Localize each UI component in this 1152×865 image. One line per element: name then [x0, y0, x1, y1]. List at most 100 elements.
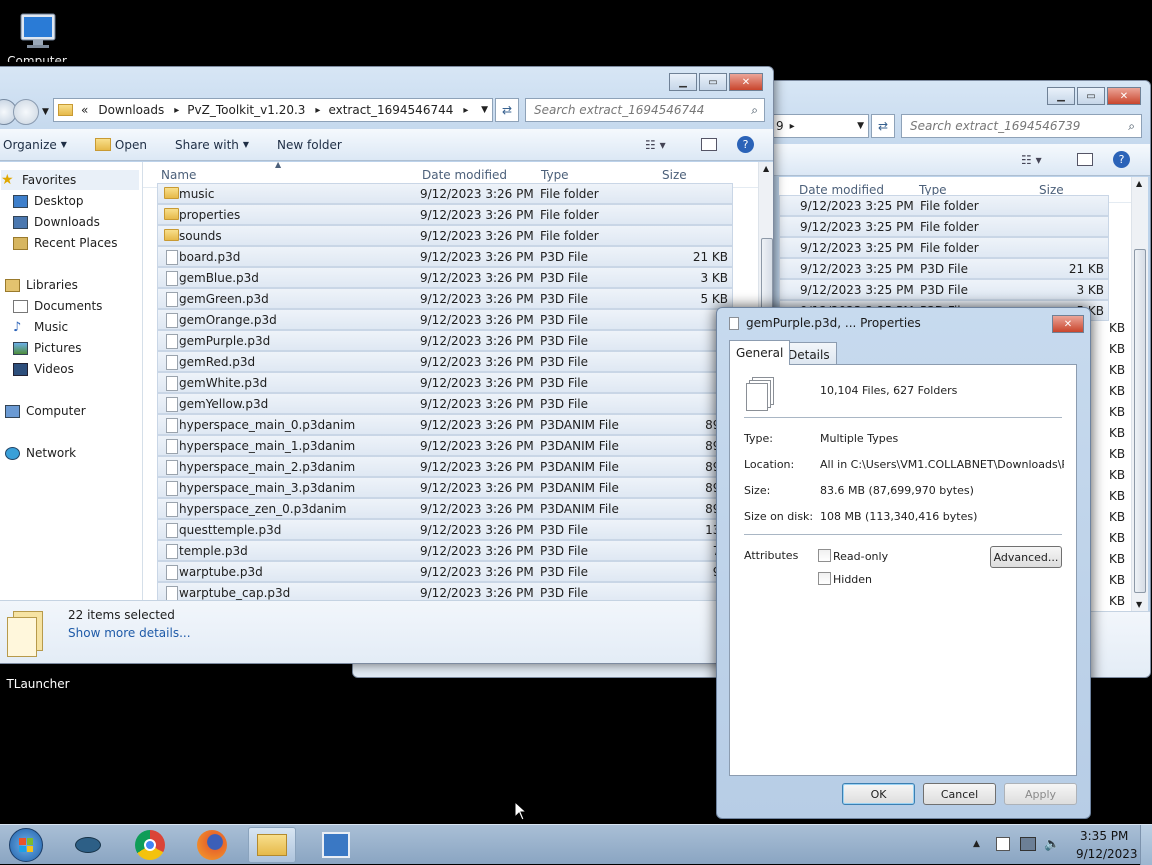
- file-row[interactable]: hyperspace_main_1.p3danim 9/12/2023 3:26 …: [157, 435, 733, 456]
- maximize-button[interactable]: ▭: [699, 73, 727, 91]
- search-input[interactable]: Search extract_1694546739 ⌕: [901, 114, 1142, 138]
- column-name[interactable]: Name: [161, 168, 196, 182]
- file-row[interactable]: 9/12/2023 3:25 PM File folder: [779, 195, 1109, 216]
- file-row[interactable]: 9/12/2023 3:25 PM File folder: [779, 216, 1109, 237]
- chevron-right-icon[interactable]: ▸: [174, 105, 179, 116]
- refresh-button[interactable]: ⇄: [871, 114, 895, 138]
- nav-videos[interactable]: Videos: [13, 359, 74, 379]
- start-button[interactable]: [2, 827, 50, 863]
- show-desktop-button[interactable]: [1140, 825, 1152, 865]
- file-row[interactable]: gemOrange.p3d9/12/2023 3:26 PMP3D File3: [157, 309, 733, 330]
- hidden-label[interactable]: Hidden: [833, 573, 872, 586]
- cancel-button[interactable]: Cancel: [923, 783, 996, 805]
- views-icon[interactable]: ☷ ▾: [645, 138, 666, 152]
- preview-pane-icon[interactable]: [701, 138, 717, 151]
- search-input[interactable]: Search extract_1694546744 ⌕: [525, 98, 765, 122]
- breadcrumb-extract[interactable]: extract_1694546744: [328, 103, 453, 117]
- network-tray-icon[interactable]: [1020, 837, 1036, 851]
- chevron-down-icon[interactable]: ▼: [857, 121, 864, 131]
- scrollbar-thumb[interactable]: [1134, 249, 1146, 593]
- refresh-button[interactable]: ⇄: [495, 98, 519, 122]
- open-button[interactable]: Open: [94, 138, 147, 152]
- help-icon[interactable]: ?: [1113, 151, 1130, 168]
- file-row[interactable]: properties 9/12/2023 3:26 PM File folder: [157, 204, 733, 225]
- nav-computer[interactable]: Computer: [5, 401, 86, 421]
- file-row[interactable]: hyperspace_main_0.p3danim 9/12/2023 3:26 …: [157, 414, 733, 435]
- file-row[interactable]: gemBlue.p3d 9/12/2023 3:26 PM P3D File 3 KB: [157, 267, 733, 288]
- nav-pictures[interactable]: Pictures: [13, 338, 82, 358]
- tab-general[interactable]: General: [729, 340, 791, 365]
- file-row[interactable]: questtemple.p3d 9/12/2023 3:26 PM P3D File…: [157, 519, 733, 540]
- file-row[interactable]: temple.p3d9/12/2023 3:26 PMP3D File78: [157, 540, 733, 561]
- file-row[interactable]: sounds 9/12/2023 3:26 PM File folder: [157, 225, 733, 246]
- new-folder-button[interactable]: New folder: [277, 138, 342, 152]
- clock-date[interactable]: 9/12/2023: [1076, 847, 1138, 861]
- file-row[interactable]: hyperspace_zen_0.p3danim 9/12/2023 3:26 P…: [157, 498, 733, 519]
- close-button[interactable]: ✕: [729, 73, 763, 91]
- file-row[interactable]: 9/12/2023 3:25 PM File folder: [779, 237, 1109, 258]
- address-bar[interactable]: 9 ▸ ▼: [773, 114, 869, 138]
- file-row[interactable]: 9/12/2023 3:25 PM P3D File 21 KB: [779, 258, 1109, 279]
- nav-downloads[interactable]: Downloads: [13, 212, 100, 232]
- file-row[interactable]: gemGreen.p3d 9/12/2023 3:26 PM P3D File 5 K…: [157, 288, 733, 309]
- show-more-details-link[interactable]: Show more details...: [68, 626, 191, 640]
- nav-network[interactable]: Network: [5, 443, 76, 463]
- address-bar[interactable]: « Downloads ▸ PvZ_Toolkit_v1.20.3 ▸ extr…: [53, 98, 493, 122]
- clock-time[interactable]: 3:35 PM: [1080, 829, 1128, 843]
- minimize-button[interactable]: ▁: [669, 73, 697, 91]
- file-row[interactable]: gemRed.p3d9/12/2023 3:26 PMP3D File4: [157, 351, 733, 372]
- read-only-label[interactable]: Read-only: [833, 550, 888, 563]
- file-row[interactable]: warptube_cap.p3d 9/12/2023 3:26 PM P3D Fil…: [157, 582, 733, 600]
- file-row[interactable]: hyperspace_main_3.p3danim 9/12/2023 3:26 …: [157, 477, 733, 498]
- recent-pages-icon[interactable]: ▼: [42, 107, 49, 117]
- forward-button[interactable]: [13, 99, 39, 125]
- maximize-button[interactable]: ▭: [1077, 87, 1105, 105]
- chevron-down-icon[interactable]: ▼: [481, 105, 488, 115]
- nav-libraries[interactable]: Libraries: [5, 275, 78, 295]
- nav-recent-places[interactable]: Recent Places: [13, 233, 117, 253]
- close-button[interactable]: ✕: [1107, 87, 1141, 105]
- hidden-checkbox[interactable]: [818, 572, 831, 585]
- breadcrumb-pvz-toolkit[interactable]: PvZ_Toolkit_v1.20.3: [187, 103, 305, 117]
- desktop-icon-tlauncher[interactable]: TLauncher: [4, 662, 72, 692]
- volume-icon[interactable]: 🔈: [1044, 837, 1060, 852]
- taskbar-chrome[interactable]: [126, 827, 174, 863]
- file-row[interactable]: hyperspace_main_2.p3danim 9/12/2023 3:26 …: [157, 456, 733, 477]
- taskbar-control-panel[interactable]: [312, 827, 360, 863]
- column-size[interactable]: Size: [662, 168, 687, 182]
- nav-favorites[interactable]: ★ Favorites: [1, 170, 139, 190]
- share-with-button[interactable]: Share with ▼: [175, 138, 249, 152]
- organize-button[interactable]: Organize ▼: [3, 138, 67, 152]
- desktop-icon-computer[interactable]: Computer: [4, 8, 70, 68]
- help-icon[interactable]: ?: [737, 136, 754, 153]
- apply-button[interactable]: Apply: [1004, 783, 1077, 805]
- file-row[interactable]: 9/12/2023 3:25 PM P3D File 3 KB: [779, 279, 1109, 300]
- views-icon[interactable]: ☷ ▾: [1021, 153, 1042, 167]
- advanced-button[interactable]: Advanced...: [990, 546, 1062, 568]
- scrollbar[interactable]: ▲ ▼: [1131, 177, 1148, 611]
- read-only-checkbox[interactable]: [818, 549, 831, 562]
- file-row[interactable]: board.p3d 9/12/2023 3:26 PM P3D File 21 KB: [157, 246, 733, 267]
- taskbar-app-bird[interactable]: [64, 827, 112, 863]
- nav-documents[interactable]: Documents: [13, 296, 102, 316]
- close-button[interactable]: ✕: [1052, 315, 1084, 333]
- file-row[interactable]: music 9/12/2023 3:26 PM File folder: [157, 183, 733, 204]
- chevron-right-icon[interactable]: ▸: [463, 105, 468, 116]
- ok-button[interactable]: OK: [842, 783, 915, 805]
- taskbar-explorer[interactable]: [248, 827, 296, 863]
- preview-pane-icon[interactable]: [1077, 153, 1093, 166]
- file-row[interactable]: warptube.p3d9/12/2023 3:26 PMP3D File91: [157, 561, 733, 582]
- chevron-right-icon[interactable]: ▸: [315, 105, 320, 116]
- show-hidden-icons-icon[interactable]: ▲: [973, 839, 980, 849]
- column-date[interactable]: Date modified: [422, 168, 507, 182]
- file-row[interactable]: gemYellow.p3d9/12/2023 3:26 PMP3D File3: [157, 393, 733, 414]
- action-center-icon[interactable]: [996, 837, 1010, 851]
- minimize-button[interactable]: ▁: [1047, 87, 1075, 105]
- nav-music[interactable]: ♪ Music: [13, 317, 68, 337]
- column-type[interactable]: Type: [541, 168, 569, 182]
- file-row[interactable]: gemPurple.p3d9/12/2023 3:26 PMP3D File2: [157, 330, 733, 351]
- breadcrumb-downloads[interactable]: Downloads: [98, 103, 164, 117]
- taskbar-firefox[interactable]: [188, 827, 236, 863]
- file-row[interactable]: gemWhite.p3d9/12/2023 3:26 PMP3D File8: [157, 372, 733, 393]
- nav-desktop[interactable]: Desktop: [13, 191, 84, 211]
